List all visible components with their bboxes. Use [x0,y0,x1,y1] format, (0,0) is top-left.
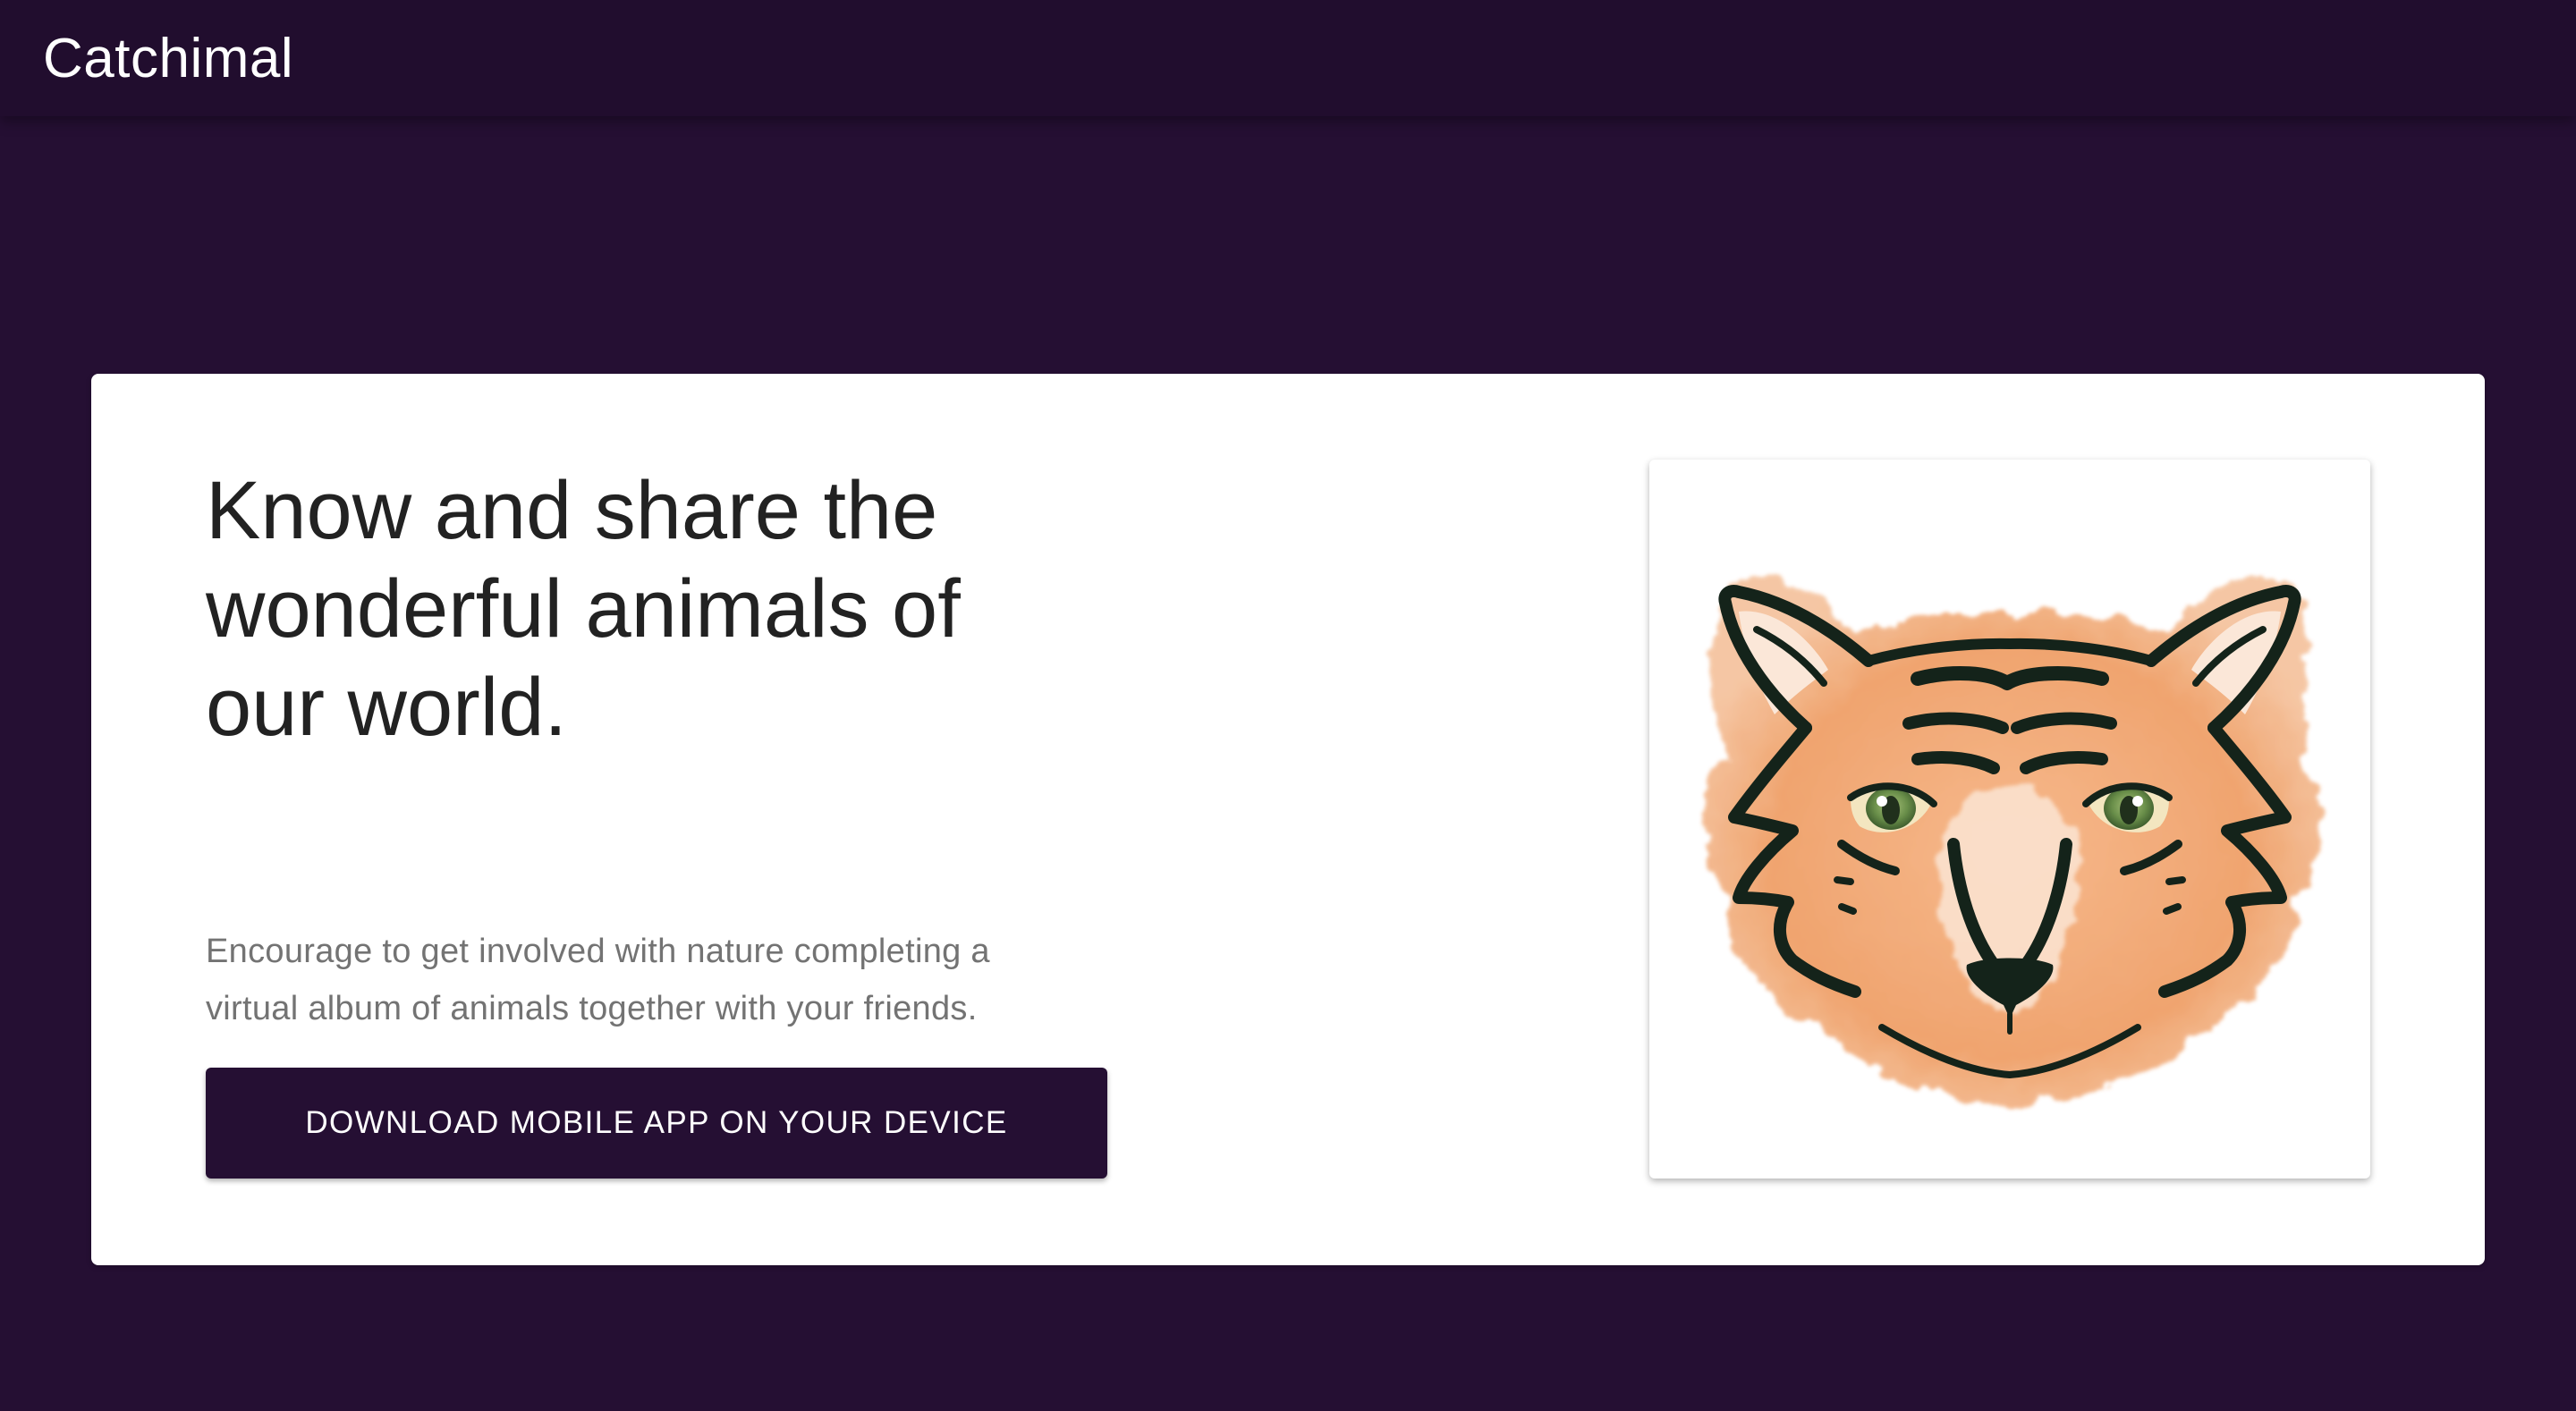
tiger-face-icon [1702,576,2321,1105]
hero-headline: Know and share the wonderful animals of … [206,465,961,753]
illustration-card [1649,460,2370,1179]
app-bar: Catchimal [0,0,2576,116]
app-title[interactable]: Catchimal [43,27,293,90]
hero-description: Encourage to get involved with nature co… [206,933,990,1027]
hero-card: Know and share the wonderful animals of … [91,374,2485,1265]
download-app-button[interactable]: DOWNLOAD MOBILE APP ON YOUR DEVICE [206,1068,1107,1179]
